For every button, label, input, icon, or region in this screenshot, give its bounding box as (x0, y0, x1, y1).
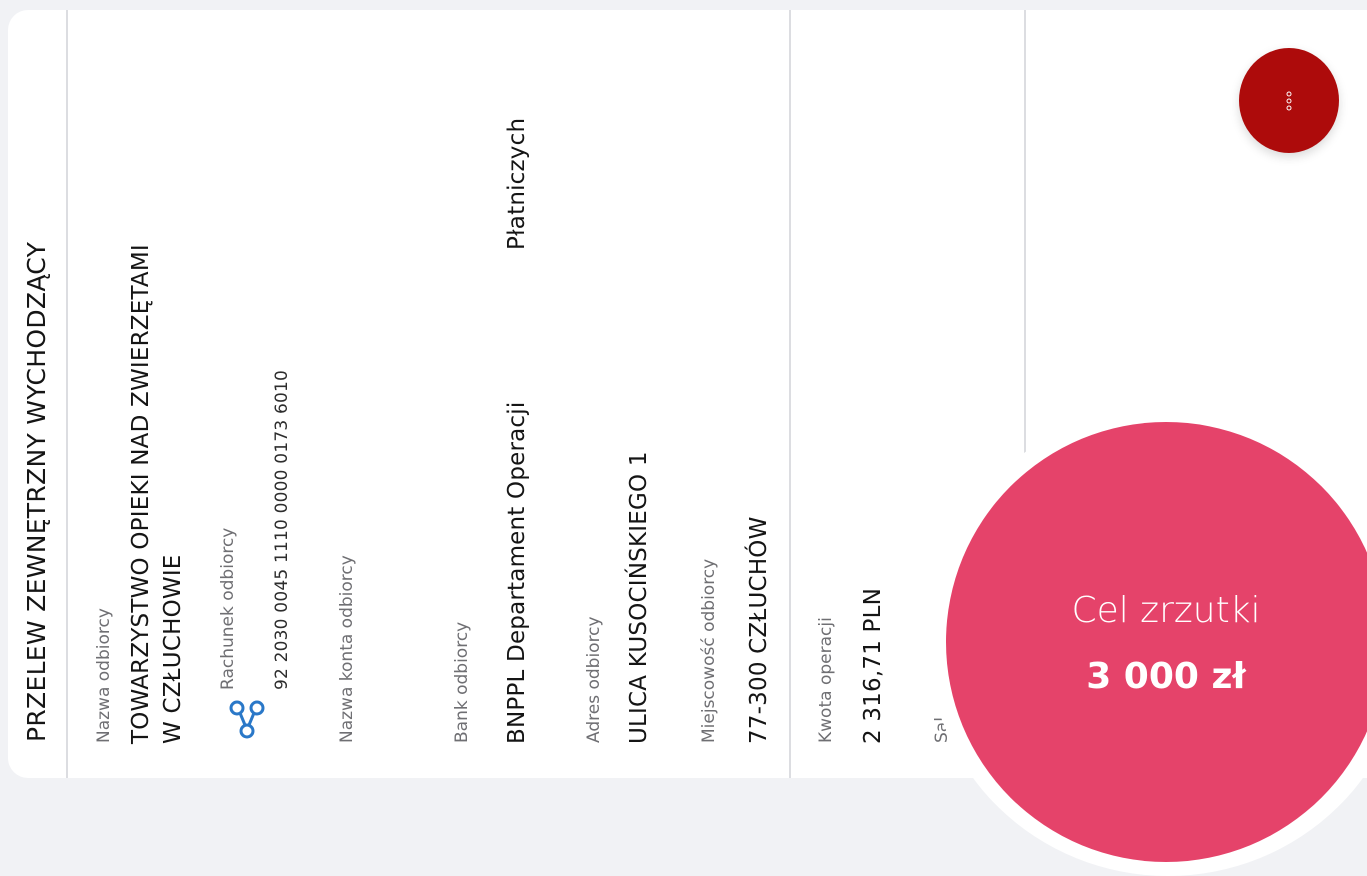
divider (789, 10, 791, 778)
city-value: 77-300 CZŁUCHÓW (746, 516, 772, 744)
account-number[interactable]: 92 2030 0045 1110 0000 0173 6010 (272, 370, 292, 690)
divider (66, 10, 68, 778)
recipient-name-label: Nazwa odbiorcy (94, 608, 114, 743)
address-label: Adres odbiorcy (584, 616, 604, 743)
amount-value: 2 316,71 PLN (860, 587, 886, 744)
more-options-icon (1286, 91, 1292, 110)
bank-label: Bank odbiorcy (452, 621, 472, 743)
more-options-button[interactable] (1239, 48, 1339, 153)
amount-label: Kwota operacji (816, 617, 836, 743)
address-value: ULICA KUSOCIŃSKIEGO 1 (626, 451, 652, 744)
goal-label: Cel zrzutki (1071, 590, 1261, 631)
account-link-icon[interactable] (228, 698, 266, 740)
bank-name: BNPPL Departament Operacji (504, 401, 530, 744)
city-label: Miejscowość odbiorcy (699, 558, 719, 743)
bank-name-cont: Płatniczych (504, 117, 530, 250)
recipient-name: TOWARZYSTWO OPIEKI NAD ZWIERZĘTAMI (128, 244, 154, 744)
transfer-title: PRZELEW ZEWNĘTRZNY WYCHODZĄCY (22, 241, 51, 742)
goal-value: 3 000 zł (1086, 656, 1246, 697)
account-name-label: Nazwa konta odbiorcy (337, 555, 357, 743)
account-label: Rachunek odbiorcy (218, 527, 238, 690)
recipient-name-cont: W CZŁUCHOWIE (160, 554, 186, 744)
